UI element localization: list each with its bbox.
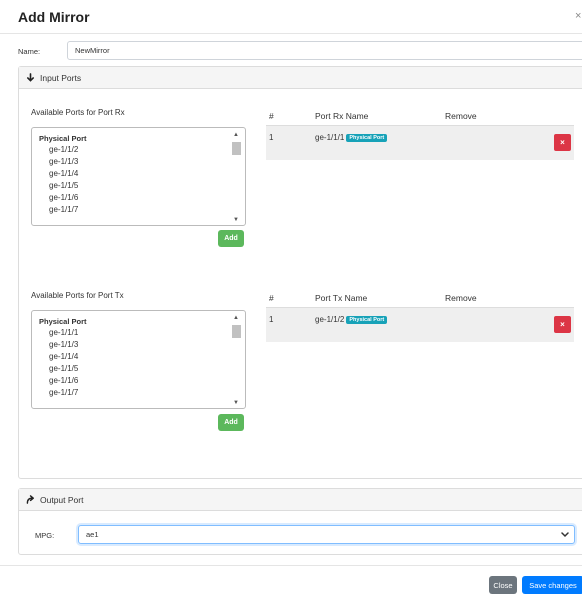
scroll-thumb[interactable] bbox=[232, 325, 241, 338]
listbox-option[interactable]: ge-1/1/5 bbox=[49, 364, 78, 373]
output-port-panel: Output Port MPG: ae1 bbox=[18, 488, 582, 555]
mpg-selected-value: ae1 bbox=[86, 530, 99, 539]
rx-available-label: Available Ports for Port Rx bbox=[31, 108, 125, 117]
port-type-badge: Physical Port bbox=[346, 316, 388, 324]
table-header: # Port Rx Name Remove bbox=[266, 107, 574, 126]
share-arrow-icon bbox=[26, 495, 37, 504]
row-port-name: ge-1/1/1 Physical Port bbox=[315, 133, 388, 142]
tx-port-listbox[interactable]: Physical Port ge-1/1/1 ge-1/1/3 ge-1/1/4… bbox=[31, 310, 246, 409]
listbox-option[interactable]: ge-1/1/7 bbox=[49, 388, 78, 397]
footer-divider bbox=[0, 565, 582, 566]
listbox-scrollbar[interactable]: ▲ ▼ bbox=[231, 130, 242, 223]
scroll-up-icon[interactable]: ▲ bbox=[233, 315, 239, 321]
remove-button[interactable]: × bbox=[554, 134, 571, 151]
name-input[interactable] bbox=[67, 41, 582, 60]
col-header-name: Port Tx Name bbox=[315, 293, 368, 303]
scroll-up-icon[interactable]: ▲ bbox=[233, 132, 239, 138]
listbox-option[interactable]: ge-1/1/5 bbox=[49, 181, 78, 190]
scroll-thumb[interactable] bbox=[232, 142, 241, 155]
listbox-option[interactable]: ge-1/1/7 bbox=[49, 205, 78, 214]
scroll-down-icon[interactable]: ▼ bbox=[233, 400, 239, 406]
rx-ports-table: # Port Rx Name Remove 1 ge-1/1/1 Physical… bbox=[266, 107, 574, 160]
listbox-option[interactable]: ge-1/1/2 bbox=[49, 145, 78, 154]
tx-ports-table: # Port Tx Name Remove 1 ge-1/1/2 Physical… bbox=[266, 289, 574, 342]
input-ports-heading: Input Ports bbox=[19, 67, 582, 89]
listbox-group-label: Physical Port bbox=[39, 317, 87, 326]
listbox-group-label: Physical Port bbox=[39, 134, 87, 143]
listbox-option[interactable]: ge-1/1/4 bbox=[49, 169, 78, 178]
table-header: # Port Tx Name Remove bbox=[266, 289, 574, 308]
modal-title: Add Mirror bbox=[18, 9, 90, 25]
tx-available-label: Available Ports for Port Tx bbox=[31, 291, 124, 300]
rx-port-listbox[interactable]: Physical Port ge-1/1/2 ge-1/1/3 ge-1/1/4… bbox=[31, 127, 246, 226]
row-number: 1 bbox=[269, 133, 274, 142]
listbox-scrollbar[interactable]: ▲ ▼ bbox=[231, 313, 242, 406]
input-ports-title: Input Ports bbox=[40, 72, 82, 83]
chevron-down-icon bbox=[561, 526, 569, 549]
close-button[interactable]: Close bbox=[489, 576, 517, 594]
listbox-option[interactable]: ge-1/1/3 bbox=[49, 340, 78, 349]
output-port-title: Output Port bbox=[40, 494, 84, 505]
table-row: 1 ge-1/1/1 Physical Port × bbox=[266, 126, 574, 160]
rx-add-button[interactable]: Add bbox=[218, 230, 244, 247]
mpg-label: MPG: bbox=[35, 531, 55, 540]
port-type-badge: Physical Port bbox=[346, 134, 388, 142]
arrow-down-icon bbox=[26, 73, 37, 82]
col-header-remove: Remove bbox=[445, 111, 477, 121]
port-name-text: ge-1/1/1 bbox=[315, 133, 345, 142]
col-header-num: # bbox=[269, 293, 274, 303]
table-row: 1 ge-1/1/2 Physical Port × bbox=[266, 308, 574, 342]
name-label: Name: bbox=[18, 47, 41, 56]
listbox-option[interactable]: ge-1/1/3 bbox=[49, 157, 78, 166]
scroll-down-icon[interactable]: ▼ bbox=[233, 217, 239, 223]
listbox-option[interactable]: ge-1/1/6 bbox=[49, 376, 78, 385]
listbox-option[interactable]: ge-1/1/6 bbox=[49, 193, 78, 202]
row-port-name: ge-1/1/2 Physical Port bbox=[315, 315, 388, 324]
remove-button[interactable]: × bbox=[554, 316, 571, 333]
col-header-num: # bbox=[269, 111, 274, 121]
tx-add-button[interactable]: Add bbox=[218, 414, 244, 431]
header-divider bbox=[0, 33, 582, 34]
mpg-select[interactable]: ae1 bbox=[78, 525, 575, 544]
output-port-heading: Output Port bbox=[19, 489, 582, 511]
row-number: 1 bbox=[269, 315, 274, 324]
input-ports-panel: Input Ports Available Ports for Port Rx … bbox=[18, 66, 582, 479]
port-name-text: ge-1/1/2 bbox=[315, 315, 345, 324]
listbox-option[interactable]: ge-1/1/4 bbox=[49, 352, 78, 361]
close-icon[interactable]: × bbox=[575, 10, 581, 22]
col-header-name: Port Rx Name bbox=[315, 111, 369, 121]
listbox-option[interactable]: ge-1/1/1 bbox=[49, 328, 78, 337]
save-changes-button[interactable]: Save changes bbox=[522, 576, 582, 594]
col-header-remove: Remove bbox=[445, 293, 477, 303]
